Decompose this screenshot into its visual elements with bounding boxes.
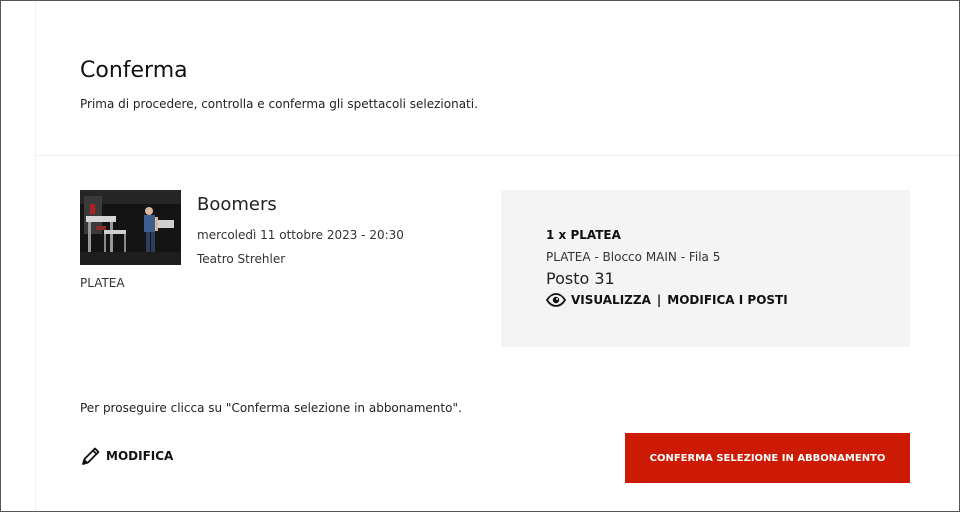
page-title: Conferma <box>80 58 188 83</box>
modify-seats-link[interactable]: MODIFICA I POSTI <box>667 293 787 307</box>
modify-button[interactable]: MODIFICA <box>80 445 173 467</box>
seat-location: PLATEA - Blocco MAIN - Fila 5 <box>546 250 721 264</box>
page-subtitle: Prima di procedere, controlla e conferma… <box>80 97 478 111</box>
pencil-icon <box>82 447 100 465</box>
sector-label: PLATEA <box>80 276 125 290</box>
seat-number: Posto 31 <box>546 269 615 288</box>
eye-icon <box>546 293 566 307</box>
section-divider <box>36 155 959 156</box>
show-title: Boomers <box>197 194 277 215</box>
modify-button-label: MODIFICA <box>106 449 174 463</box>
show-thumbnail-image <box>80 190 181 265</box>
continue-instruction: Per proseguire clicca su "Conferma selez… <box>80 401 462 415</box>
show-date: mercoledì 11 ottobre 2023 - 20:30 <box>197 228 404 242</box>
seat-summary-panel: 1 x PLATEA PLATEA - Blocco MAIN - Fila 5… <box>501 190 910 347</box>
seat-actions: VISUALIZZA | MODIFICA I POSTI <box>546 293 788 307</box>
seat-quantity: 1 x PLATEA <box>546 228 621 242</box>
page-frame: Conferma Prima di procedere, controlla e… <box>0 0 960 512</box>
show-venue: Teatro Strehler <box>197 252 286 266</box>
confirm-subscription-button[interactable]: CONFERMA SELEZIONE IN ABBONAMENTO <box>625 433 910 483</box>
left-gutter-line <box>35 1 36 511</box>
view-seats-link[interactable]: VISUALIZZA <box>571 293 651 307</box>
actions-separator: | <box>656 293 662 307</box>
